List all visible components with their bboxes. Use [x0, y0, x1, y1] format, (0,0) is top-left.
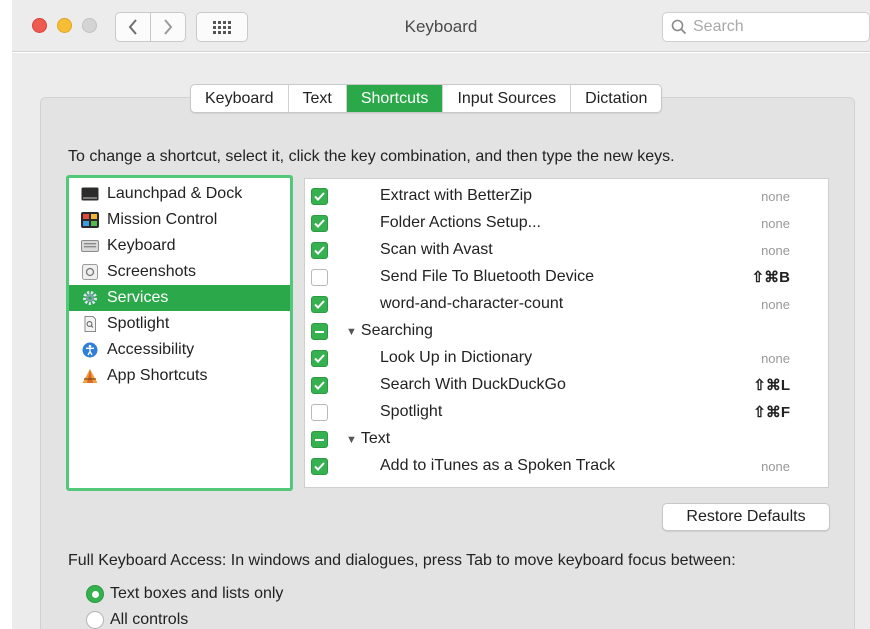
shortcut-name: Folder Actions Setup... — [380, 214, 541, 231]
shortcut-name: word-and-character-count — [380, 295, 564, 312]
shortcut-key[interactable]: ⇧⌘L — [753, 376, 790, 394]
shortcut-group-row[interactable]: ▼ Text — [305, 426, 828, 453]
checkmark-icon — [314, 192, 325, 201]
shortcut-row[interactable]: Spotlight ⇧⌘F — [305, 399, 828, 426]
checkmark-icon — [314, 246, 325, 255]
checkbox-checked[interactable] — [311, 215, 328, 232]
tab-text[interactable]: Text — [289, 85, 347, 112]
checkbox-checked[interactable] — [311, 350, 328, 367]
gear-icon — [81, 290, 99, 306]
shortcut-key[interactable]: ⇧⌘F — [753, 403, 790, 421]
shortcut-name: Add to iTunes as a Spoken Track — [380, 457, 616, 474]
shortcut-row[interactable]: Look Up in Dictionary none — [305, 345, 828, 372]
group-label: Text — [360, 430, 391, 447]
checkbox-checked[interactable] — [311, 296, 328, 313]
search-field[interactable]: Search — [662, 12, 870, 42]
radio-unselected[interactable] — [86, 611, 104, 629]
shortcut-group[interactable]: ▼ Searching — [346, 322, 433, 340]
full-keyboard-access-label: Full Keyboard Access: In windows and dia… — [68, 552, 736, 569]
shortcut-name: Search With DuckDuckGo — [380, 376, 566, 393]
category-accessibility[interactable]: Accessibility — [69, 337, 290, 363]
shortcut-row[interactable]: Search With DuckDuckGo ⇧⌘L — [305, 372, 828, 399]
checkmark-icon — [314, 381, 325, 390]
category-label: Accessibility — [107, 341, 195, 358]
category-screenshots[interactable]: Screenshots — [69, 259, 290, 285]
shortcut-row[interactable]: Add to iTunes as a Spoken Track none — [305, 453, 828, 480]
checkbox-unchecked[interactable] — [311, 269, 328, 286]
tab-keyboard[interactable]: Keyboard — [191, 85, 289, 112]
search-placeholder: Search — [693, 18, 744, 35]
category-label: Keyboard — [107, 237, 176, 254]
shortcut-key[interactable]: ⇧⌘B — [752, 268, 790, 286]
shortcut-key[interactable]: none — [761, 189, 790, 204]
category-mission-control[interactable]: Mission Control — [69, 207, 290, 233]
shortcut-name: Spotlight — [380, 403, 443, 420]
shortcut-group[interactable]: ▼ Text — [346, 430, 390, 448]
title-bar: Keyboard Search — [12, 0, 870, 52]
group-label: Searching — [360, 322, 433, 339]
radio-label: All controls — [110, 611, 189, 628]
shortcut-key[interactable]: none — [761, 243, 790, 258]
checkbox-mixed[interactable] — [311, 323, 328, 340]
category-app-shortcuts[interactable]: App Shortcuts — [69, 363, 290, 389]
shortcut-name: Extract with BetterZip — [380, 187, 533, 204]
category-label: Mission Control — [107, 211, 218, 228]
disclosure-triangle-icon[interactable]: ▼ — [346, 326, 357, 338]
instructions-text: To change a shortcut, select it, click t… — [68, 148, 675, 165]
accessibility-icon — [81, 342, 99, 358]
category-launchpad-dock[interactable]: Launchpad & Dock — [69, 181, 290, 207]
shortcut-list[interactable]: Extract with BetterZip none Folder Actio… — [304, 178, 829, 488]
shortcut-key[interactable]: none — [761, 297, 790, 312]
tab-shortcuts[interactable]: Shortcuts — [346, 85, 444, 112]
shortcut-key[interactable]: none — [761, 216, 790, 231]
shortcut-name: Scan with Avast — [380, 241, 493, 258]
tab-input-sources[interactable]: Input Sources — [443, 85, 572, 112]
checkmark-icon — [314, 354, 325, 363]
shortcut-key[interactable]: none — [761, 459, 790, 474]
category-list[interactable]: Launchpad & Dock Mission Control Keyboar… — [66, 175, 293, 491]
checkbox-checked[interactable] — [311, 377, 328, 394]
page-margin — [0, 0, 12, 629]
category-keyboard[interactable]: Keyboard — [69, 233, 290, 259]
category-label: Spotlight — [107, 315, 170, 332]
shortcut-row[interactable]: word-and-character-count none — [305, 291, 828, 318]
shortcut-name: Look Up in Dictionary — [380, 349, 533, 366]
keyboard-icon — [81, 238, 99, 254]
mission-control-icon — [81, 212, 99, 228]
screenshots-icon — [81, 264, 99, 280]
checkbox-checked[interactable] — [311, 242, 328, 259]
tab-dictation[interactable]: Dictation — [571, 85, 661, 112]
app-shortcuts-icon — [81, 368, 99, 384]
checkbox-unchecked[interactable] — [311, 404, 328, 421]
radio-all-controls[interactable]: All controls — [86, 609, 188, 629]
category-label: Services — [107, 289, 169, 306]
category-label: App Shortcuts — [107, 367, 208, 384]
checkmark-icon — [314, 219, 325, 228]
tab-bar: Keyboard Text Shortcuts Input Sources Di… — [190, 84, 663, 113]
shortcut-row[interactable]: Folder Actions Setup... none — [305, 210, 828, 237]
restore-defaults-button[interactable]: Restore Defaults — [662, 503, 830, 531]
category-services[interactable]: Services — [69, 285, 290, 311]
radio-label: Text boxes and lists only — [110, 585, 284, 602]
shortcut-name: Send File To Bluetooth Device — [380, 268, 595, 285]
disclosure-triangle-icon[interactable]: ▼ — [346, 434, 357, 446]
category-spotlight[interactable]: Spotlight — [69, 311, 290, 337]
radio-selected[interactable] — [86, 585, 104, 603]
launchpad-dock-icon — [81, 186, 99, 202]
category-label: Screenshots — [107, 263, 196, 280]
shortcut-row[interactable]: Extract with BetterZip none — [305, 183, 828, 210]
radio-text-boxes-lists[interactable]: Text boxes and lists only — [86, 583, 283, 605]
shortcut-key[interactable]: none — [761, 351, 790, 366]
checkmark-icon — [314, 300, 325, 309]
shortcut-row[interactable]: Scan with Avast none — [305, 237, 828, 264]
spotlight-icon — [81, 316, 99, 332]
checkmark-icon — [314, 462, 325, 471]
checkbox-mixed[interactable] — [311, 431, 328, 448]
shortcut-group-row[interactable]: ▼ Searching — [305, 318, 828, 345]
checkbox-checked[interactable] — [311, 458, 328, 475]
category-label: Launchpad & Dock — [107, 185, 243, 202]
shortcut-row[interactable]: Send File To Bluetooth Device ⇧⌘B — [305, 264, 828, 291]
checkbox-checked[interactable] — [311, 188, 328, 205]
search-icon — [671, 19, 687, 35]
